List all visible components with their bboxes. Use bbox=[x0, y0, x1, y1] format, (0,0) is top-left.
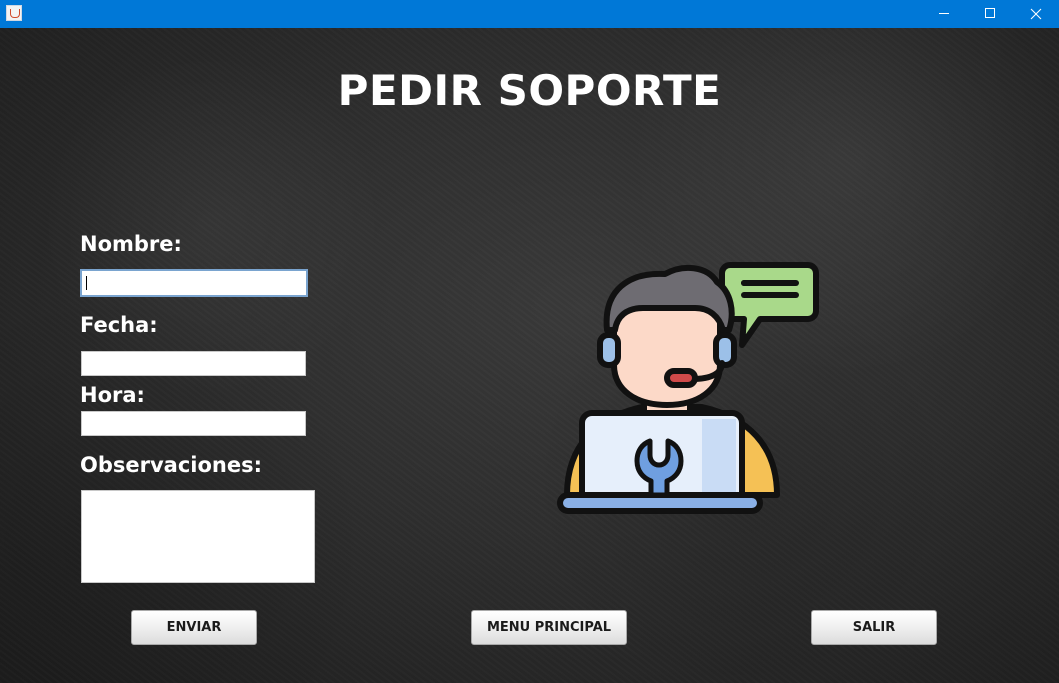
fecha-label: Fecha: bbox=[80, 313, 158, 337]
menu-principal-button[interactable]: MENU PRINCIPAL bbox=[471, 610, 627, 645]
support-technician-icon bbox=[557, 262, 819, 514]
speech-bubble-icon bbox=[719, 262, 819, 348]
hora-label: Hora: bbox=[80, 383, 145, 407]
page-title: PEDIR SOPORTE bbox=[337, 66, 722, 115]
java-app-icon[interactable] bbox=[6, 5, 22, 21]
nombre-input[interactable] bbox=[80, 269, 308, 297]
nombre-label: Nombre: bbox=[80, 232, 182, 256]
fecha-input[interactable] bbox=[81, 351, 306, 376]
title-bar[interactable] bbox=[0, 0, 1059, 28]
salir-button[interactable]: SALIR bbox=[811, 610, 937, 645]
enviar-button[interactable]: ENVIAR bbox=[131, 610, 257, 645]
observaciones-textarea[interactable] bbox=[81, 490, 315, 583]
hora-input[interactable] bbox=[81, 411, 306, 436]
close-icon[interactable] bbox=[1013, 0, 1059, 28]
minimize-icon[interactable] bbox=[921, 0, 967, 28]
text-caret bbox=[86, 276, 87, 290]
observaciones-label: Observaciones: bbox=[80, 453, 263, 477]
app-window: PEDIR SOPORTE Nombre: Fecha: Hora: Obser… bbox=[0, 0, 1059, 683]
maximize-icon[interactable] bbox=[967, 0, 1013, 28]
